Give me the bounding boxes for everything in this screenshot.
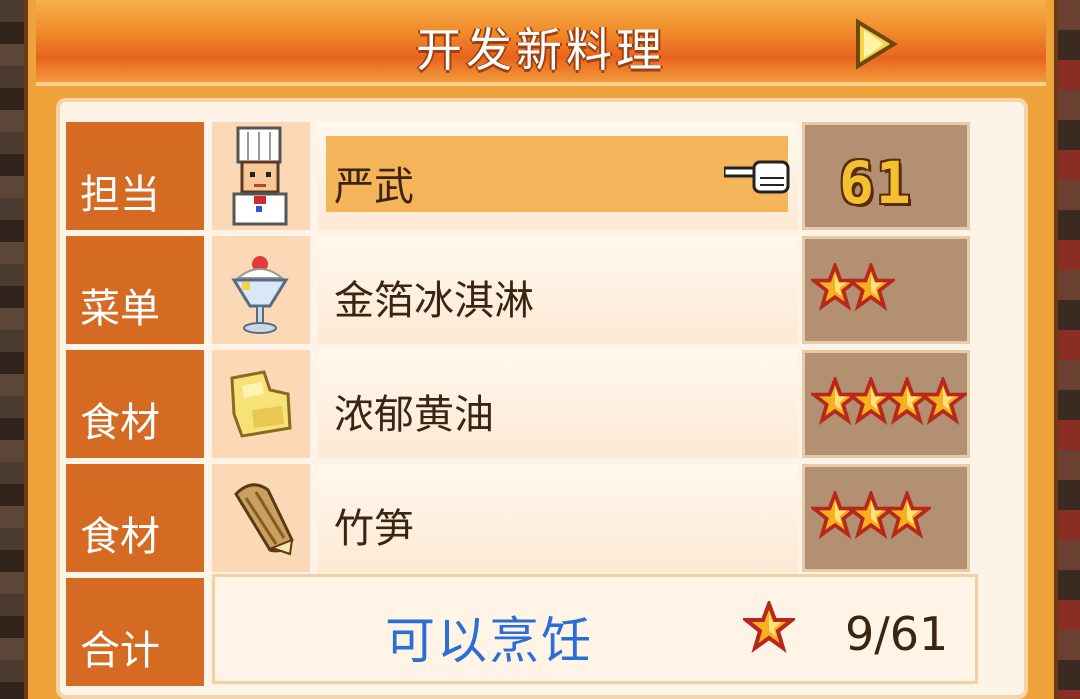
row-label: 食材 [66,464,204,572]
ingredient-stars-cell [802,350,970,458]
title-bar: 开发新料理 [36,0,1046,86]
row-label: 食材 [66,350,204,458]
chef-name-field[interactable]: 严武 [318,122,798,230]
bamboo-shoot-icon [234,483,294,556]
ingredient-stars-cell [802,464,970,572]
ingredient-icon-cell [212,350,310,458]
ingredient-row-1[interactable]: 食材 浓郁黄油 [66,350,970,458]
chef-icon [232,126,288,226]
star-icon [919,377,967,425]
row-label: 菜单 [66,236,204,344]
chef-name: 严武 [334,164,414,210]
next-arrow-icon[interactable] [854,18,898,70]
ingredient-row-2[interactable]: 食材 竹笋 [66,464,970,572]
total-summary: 可以烹饪 9/61 [212,574,978,684]
total-count: 9/61 [845,607,949,661]
chef-row[interactable]: 担当 严武 61 [66,122,970,230]
butter-icon [230,370,292,438]
ingredient-name: 浓郁黄油 [334,392,494,438]
ingredient-name: 竹笋 [334,506,414,552]
menu-stars-cell [802,236,970,344]
star-rating [811,263,895,311]
sundae-icon [231,256,289,334]
chef-level: 61 [839,149,913,217]
ingredient-name-field[interactable]: 浓郁黄油 [318,350,798,458]
ingredient-name-field[interactable]: 竹笋 [318,464,798,572]
pointing-hand-icon [724,160,790,194]
row-label: 合计 [66,578,204,686]
cook-status[interactable]: 可以烹饪 [385,601,593,673]
ingredient-icon-cell [212,464,310,572]
star-icon [847,263,895,311]
star-icon [743,601,795,653]
star-rating [811,491,931,539]
develop-recipe-dialog: 开发新料理 担当 严武 61 菜单 金箔冰淇淋 食材 浓郁黄油 食材 竹笋 合计… [24,0,1058,699]
menu-icon-cell [212,236,310,344]
menu-row[interactable]: 菜单 金箔冰淇淋 [66,236,970,344]
star-icon [883,491,931,539]
row-label: 担当 [66,122,204,230]
chef-portrait [212,122,310,230]
menu-name: 金箔冰淇淋 [334,278,534,324]
menu-name-field[interactable]: 金箔冰淇淋 [318,236,798,344]
chef-level-cell: 61 [802,122,970,230]
star-rating [811,377,967,425]
